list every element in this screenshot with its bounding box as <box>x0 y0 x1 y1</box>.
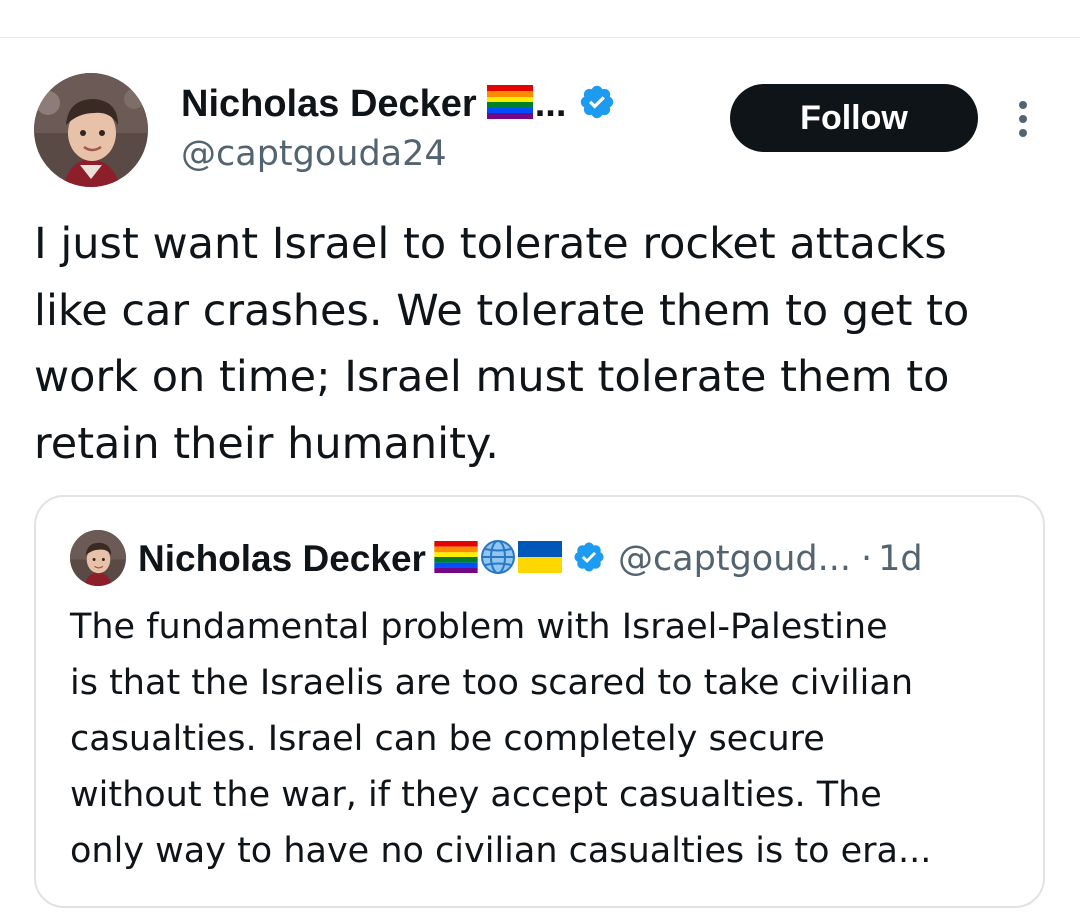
globe-icon <box>480 539 516 579</box>
verified-badge-icon <box>578 83 616 125</box>
quoted-tweet-card[interactable]: Nicholas Decker @captgoud... · 1d The fu… <box>34 495 1045 908</box>
author-handle[interactable]: @captgouda24 <box>181 134 447 174</box>
tweet-text-line: work on time; Israel must tolerate them … <box>34 352 950 403</box>
tweet-text-line: retain their humanity. <box>34 419 499 470</box>
quoted-text-line: The fundamental problem with Israel-Pale… <box>70 607 888 647</box>
quoted-author-handle[interactable]: @captgoud... <box>618 539 851 579</box>
rainbow-flag-icon <box>434 541 478 577</box>
separator-dot: · <box>860 539 873 579</box>
more-vertical-icon[interactable] <box>1012 99 1034 139</box>
tweet-text-line: like car crashes. We tolerate them to ge… <box>34 285 970 336</box>
rainbow-flag-icon <box>486 85 533 123</box>
quoted-text-line: casualties. Israel can be completely sec… <box>70 719 825 759</box>
tweet: Nicholas Decker ... @captgouda24 Follow <box>0 0 1080 916</box>
quoted-author-emoji <box>434 539 562 579</box>
quoted-text-line: only way to have no civilian casualties … <box>70 831 932 871</box>
author-display-name[interactable]: Nicholas Decker <box>181 83 477 126</box>
quoted-tweet-header: Nicholas Decker @captgoud... · 1d <box>138 535 923 583</box>
quoted-text-line: without the war, if they accept casualti… <box>70 775 882 815</box>
quoted-tweet-text: The fundamental problem with Israel-Pale… <box>70 599 1030 879</box>
tweet-text: I just want Israel to tolerate rocket at… <box>34 211 1054 478</box>
author-avatar[interactable] <box>34 73 148 187</box>
quoted-author-display-name[interactable]: Nicholas Decker <box>138 538 426 580</box>
quoted-author-avatar[interactable] <box>70 530 126 586</box>
tweet-text-line: I just want Israel to tolerate rocket at… <box>34 219 947 269</box>
verified-badge-icon <box>572 540 606 578</box>
name-truncation: ... <box>534 82 567 125</box>
ukraine-flag-icon <box>517 541 562 577</box>
follow-button[interactable]: Follow <box>730 84 978 152</box>
quoted-text-line: is that the Israelis are too scared to t… <box>70 663 914 703</box>
author-name-row[interactable]: Nicholas Decker ... <box>181 80 616 128</box>
quoted-tweet-timestamp[interactable]: 1d <box>878 539 923 579</box>
